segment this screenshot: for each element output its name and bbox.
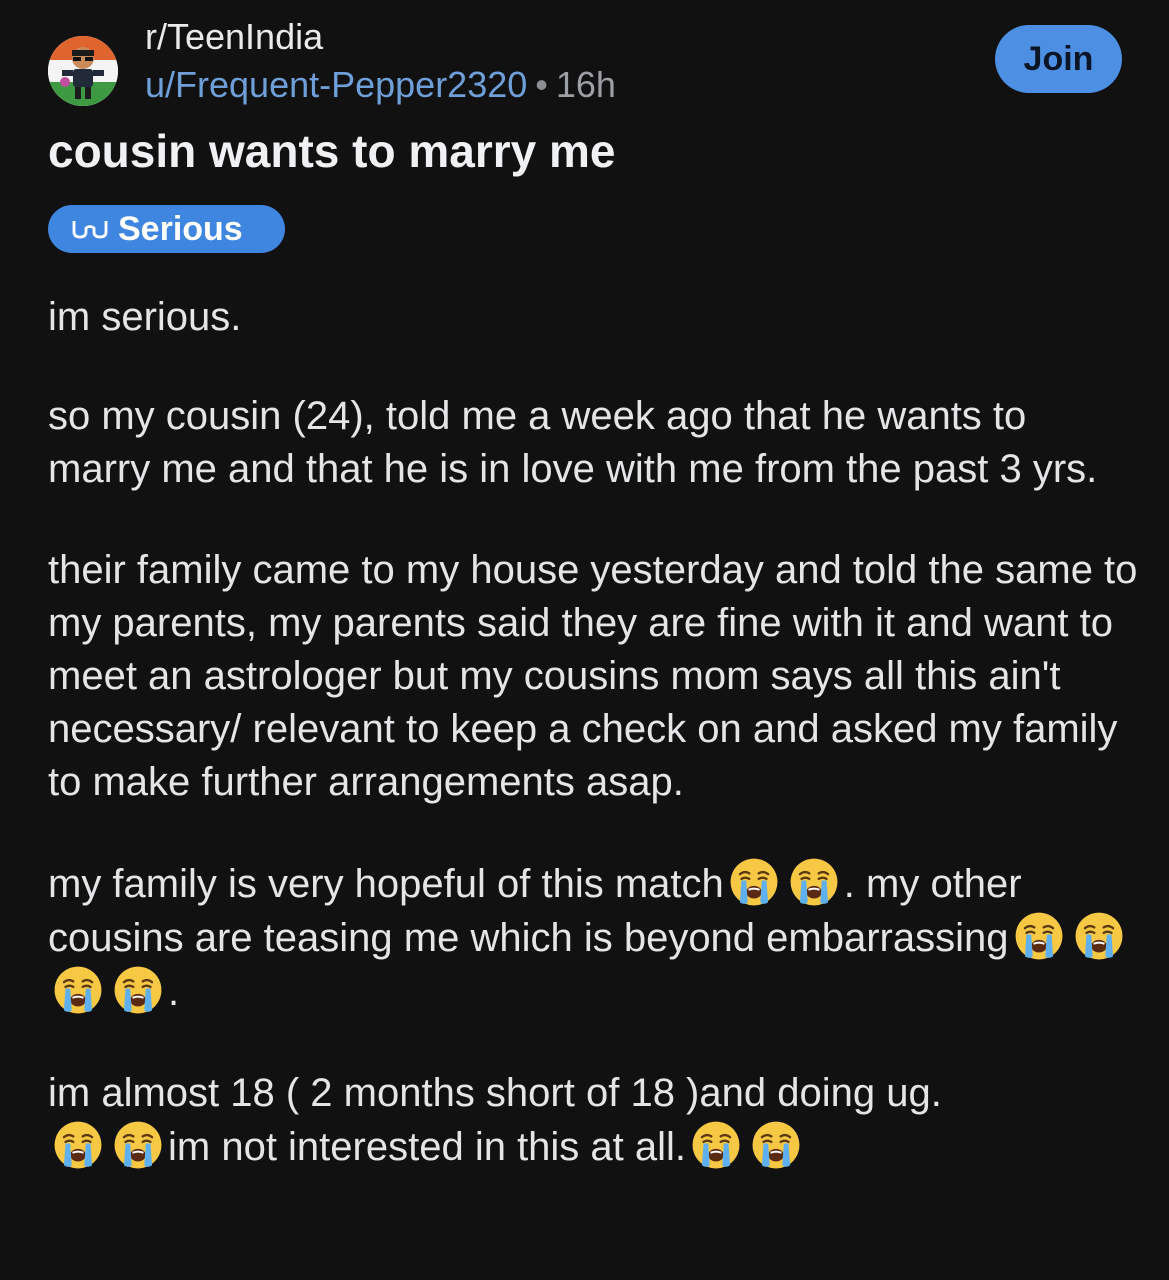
post-meta: u/Frequent-Pepper2320 • 16h <box>145 64 616 106</box>
paragraph-4-text-a: my family is very hopeful of this match <box>48 862 724 906</box>
author-link[interactable]: u/Frequent-Pepper2320 <box>145 64 527 105</box>
post-body: im serious. so my cousin (24), told me a… <box>48 291 1138 1222</box>
glasses-icon <box>72 221 108 239</box>
loudly-crying-face-icon <box>53 1120 103 1170</box>
loudly-crying-face-icon <box>789 857 839 907</box>
post-header: r/TeenIndia u/Frequent-Pepper2320 • 16h Jo… <box>48 14 1128 106</box>
loudly-crying-face-icon <box>53 965 103 1015</box>
join-button[interactable]: Join <box>995 25 1122 93</box>
paragraph-1: im serious. <box>48 295 242 339</box>
paragraph-5-text-a: im almost 18 ( 2 months short of 18 )and… <box>48 1071 942 1115</box>
paragraph-5: im almost 18 ( 2 months short of 18 )and… <box>48 1067 1138 1174</box>
paragraph-4-text-c: . <box>168 970 180 1014</box>
paragraph-4: my family is very hopeful of this match.… <box>48 857 1138 1019</box>
loudly-crying-face-icon <box>1014 911 1064 961</box>
subreddit-avatar[interactable] <box>48 36 118 106</box>
post-flair[interactable]: Serious <box>48 205 285 253</box>
subreddit-avatar-image <box>48 36 118 106</box>
paragraph-2: so my cousin (24), told me a week ago th… <box>48 394 1098 491</box>
loudly-crying-face-icon <box>691 1120 741 1170</box>
loudly-crying-face-icon <box>113 965 163 1015</box>
post-age: 16h <box>555 64 616 105</box>
flair-label: Serious <box>118 209 243 248</box>
meta-separator: • <box>535 64 548 105</box>
paragraph-5-text-b: im not interested in this at all. <box>168 1125 687 1169</box>
loudly-crying-face-icon <box>751 1120 801 1170</box>
paragraph-3: their family came to my house yesterday … <box>48 548 1138 804</box>
post-title: cousin wants to marry me <box>48 125 616 177</box>
loudly-crying-face-icon <box>113 1120 163 1170</box>
loudly-crying-face-icon <box>729 857 779 907</box>
loudly-crying-face-icon <box>1074 911 1124 961</box>
subreddit-name[interactable]: r/TeenIndia <box>145 16 323 58</box>
